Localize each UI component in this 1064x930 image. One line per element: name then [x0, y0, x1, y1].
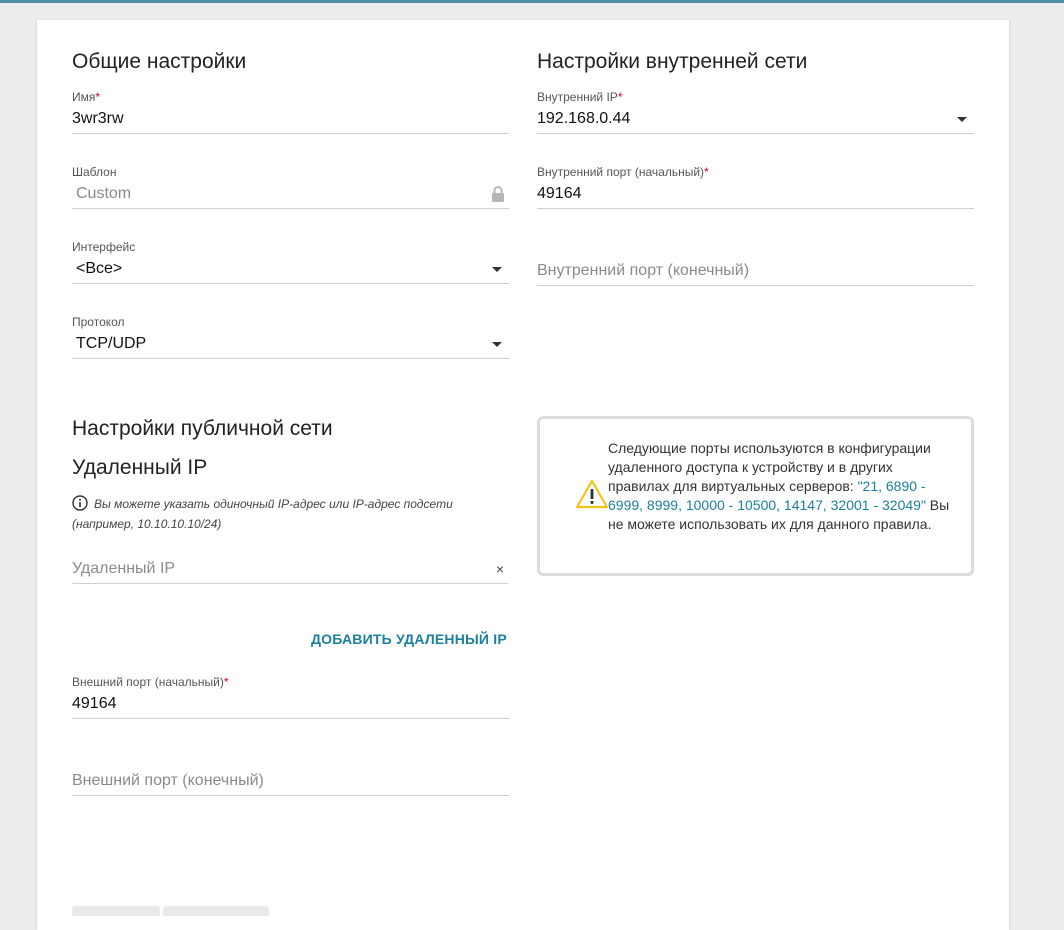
chevron-down-icon[interactable]: [492, 342, 502, 347]
internal-port-end-input[interactable]: Внутренний порт (конечный): [537, 257, 974, 285]
internal-ip-label: Внутренний IP*: [537, 90, 623, 104]
name-field[interactable]: Имя* 3wr3rw: [72, 89, 509, 134]
name-label: Имя*: [72, 90, 101, 104]
interface-value: <Все>: [76, 260, 123, 277]
public-settings-title: Настройки публичной сети: [72, 417, 333, 440]
protocol-select[interactable]: Протокол TCP/UDP: [72, 314, 509, 359]
general-settings-title: Общие настройки: [72, 50, 247, 73]
external-port-start-field[interactable]: Внешний порт (начальный)* 49164: [72, 674, 509, 719]
bottom-button-stub[interactable]: [72, 906, 160, 916]
external-port-end-field[interactable]: Внешний порт (конечный): [72, 767, 509, 796]
warning-icon: [575, 479, 609, 509]
protocol-label: Протокол: [72, 315, 125, 329]
internal-port-start-label: Внутренний порт (начальный)*: [537, 165, 709, 179]
internal-port-start-field[interactable]: Внутренний порт (начальный)* 49164: [537, 164, 974, 209]
template-field: Шаблон Custom: [72, 164, 509, 209]
internal-port-start-input[interactable]: 49164: [537, 180, 974, 208]
template-value: Custom: [76, 185, 132, 202]
lock-icon: [492, 186, 504, 202]
remote-ip-title: Удаленный IP: [72, 456, 208, 479]
internal-ip-select[interactable]: Внутренний IP* 192.168.0.44: [537, 89, 974, 134]
chevron-down-icon[interactable]: [957, 117, 967, 122]
virtual-server-form: Общие настройки Имя* 3wr3rw Шаблон Custo…: [37, 20, 1009, 930]
bottom-button-stub[interactable]: [163, 906, 269, 916]
internal-settings-title: Настройки внутренней сети: [537, 50, 808, 73]
remote-ip-input[interactable]: Удаленный IP: [72, 560, 175, 577]
internal-port-end-field[interactable]: Внутренний порт (конечный): [537, 257, 974, 286]
template-label: Шаблон: [72, 165, 117, 179]
warning-text: Следующие порты используются в конфигура…: [608, 440, 950, 532]
remote-ip-field[interactable]: Удаленный IP ×: [72, 555, 508, 584]
top-accent-strip: [0, 0, 1064, 3]
external-port-start-label: Внешний порт (начальный)*: [72, 675, 229, 689]
close-icon[interactable]: ×: [496, 555, 504, 583]
ports-warning-box: Следующие порты используются в конфигура…: [537, 416, 974, 576]
internal-ip-value: 192.168.0.44: [537, 110, 631, 127]
chevron-down-icon[interactable]: [492, 267, 502, 272]
info-icon: [72, 495, 88, 511]
interface-select[interactable]: Интерфейс <Все>: [72, 239, 509, 284]
interface-label: Интерфейс: [72, 240, 136, 254]
external-port-start-input[interactable]: 49164: [72, 690, 509, 718]
protocol-value: TCP/UDP: [76, 335, 147, 352]
external-port-end-input[interactable]: Внешний порт (конечный): [72, 767, 509, 795]
name-input[interactable]: 3wr3rw: [72, 105, 509, 133]
remote-ip-hint: Вы можете указать одиночный IP-адрес или…: [72, 495, 453, 531]
add-remote-ip-button[interactable]: ДОБАВИТЬ УДАЛЕННЫЙ IP: [311, 631, 507, 647]
